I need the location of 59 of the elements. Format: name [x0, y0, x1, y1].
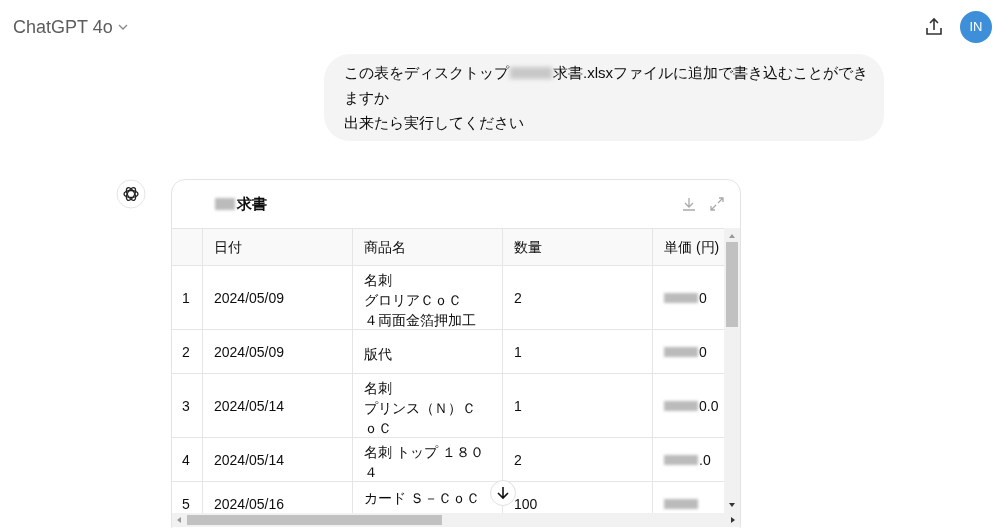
row-number: 5: [182, 494, 190, 513]
table-cell-text: 2: [514, 450, 522, 470]
table-title: 求書: [237, 193, 267, 214]
assistant-logo-icon: [116, 179, 146, 209]
table-cell-line: 版代: [364, 344, 392, 364]
user-avatar[interactable]: IN: [960, 11, 992, 43]
table-cell-text: 2: [514, 288, 522, 308]
message-text: ますか: [344, 89, 389, 106]
table-cell-text: 1: [514, 342, 522, 362]
column-header: 数量: [514, 237, 542, 257]
table-cell-line: グロリアＣｏＣ: [364, 290, 463, 310]
table-cell-text: 2024/05/16: [214, 494, 285, 513]
column-header: 商品名: [364, 237, 406, 257]
table-cell-text: 2024/05/09: [214, 342, 285, 362]
table-cell-line: ４両面金箔押加工: [364, 310, 476, 330]
table-cell-line: 名刺: [364, 270, 393, 290]
row-number: 3: [182, 396, 190, 416]
scroll-right-icon[interactable]: [729, 516, 737, 524]
table-cell-line: プリンス（Ｎ）Ｃ: [364, 398, 476, 418]
table-cell-line: 名刺 トップ １８０: [364, 442, 484, 462]
message-text: この表をディスクトップ: [344, 63, 509, 83]
table-cell-text: 2024/05/09: [214, 288, 285, 308]
table-cell-text: 0: [699, 288, 707, 308]
redaction-mark: [664, 454, 698, 465]
message-text: 出来たら実行してください: [344, 114, 524, 131]
horizontal-scrollbar[interactable]: [172, 513, 740, 527]
redaction-mark: [510, 66, 552, 79]
table-cell-line: 名刺: [364, 378, 393, 398]
vertical-scrollbar[interactable]: [724, 228, 740, 513]
scroll-thumb[interactable]: [726, 242, 738, 327]
redaction-mark: [664, 292, 698, 303]
redaction-mark: [215, 198, 235, 210]
table-cell-text: 0.0: [699, 396, 719, 416]
table-cell-text: 100: [514, 494, 538, 513]
table-cell-text: 2024/05/14: [214, 396, 285, 416]
scroll-left-icon[interactable]: [175, 516, 183, 524]
expand-icon[interactable]: [710, 197, 724, 211]
table-cell-line: ４: [364, 462, 379, 482]
redaction-mark: [664, 400, 698, 411]
table-cell-text: 1: [514, 396, 522, 416]
arrow-down-icon: [497, 486, 509, 500]
download-icon[interactable]: [682, 197, 696, 211]
message-text: 求書.xlsxファイルに追加で書き込むことができ: [553, 63, 868, 83]
table-cell-line: カード Ｓ－ＣｏＣ: [364, 489, 480, 508]
scroll-down-button[interactable]: [490, 480, 516, 506]
share-icon[interactable]: [924, 17, 944, 37]
scroll-thumb[interactable]: [187, 515, 442, 525]
row-number: 2: [182, 342, 190, 362]
row-number: 1: [182, 288, 190, 308]
table-cell-text: 0: [699, 342, 707, 362]
table-cell-text: 2024/05/14: [214, 450, 285, 470]
row-number: 4: [182, 450, 190, 470]
redaction-mark: [664, 346, 698, 357]
redaction-mark: [664, 498, 698, 509]
table-cell-line: ｏＣ: [364, 418, 393, 438]
column-header: 単価 (円): [664, 237, 720, 257]
column-header: 日付: [214, 237, 242, 257]
model-selector[interactable]: ChatGPT 4o: [13, 13, 113, 41]
table-cell-text: .0: [699, 450, 711, 470]
